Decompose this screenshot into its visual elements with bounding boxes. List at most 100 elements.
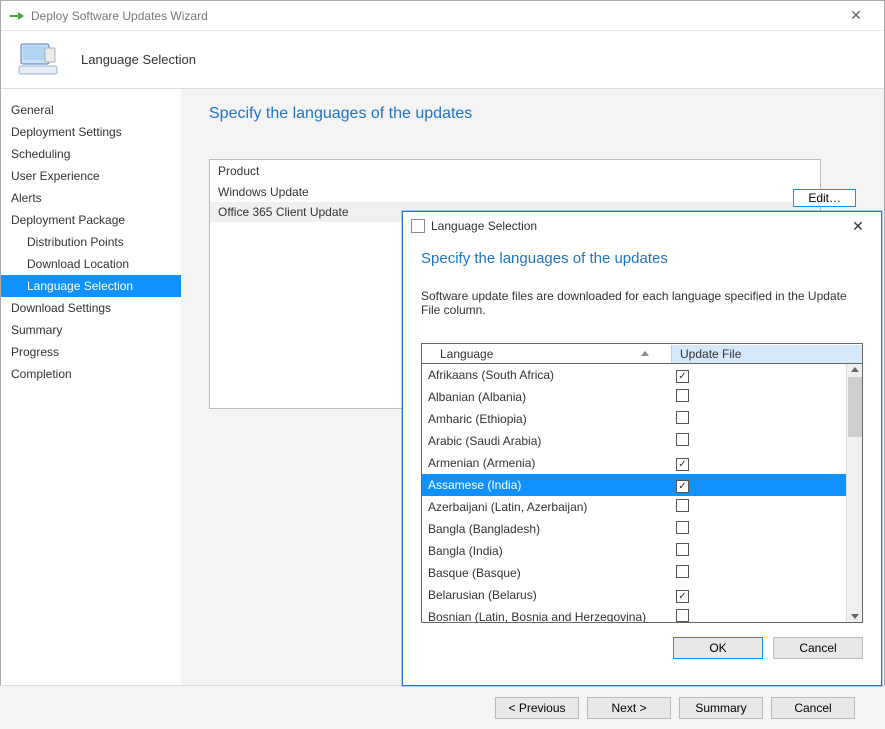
update-file-cell [672, 368, 862, 383]
sidebar-item-general[interactable]: General [1, 99, 181, 121]
dialog-description: Software update files are downloaded for… [421, 289, 863, 317]
language-row[interactable]: Assamese (India) [422, 474, 862, 496]
language-cell: Amharic (Ethiopia) [422, 412, 672, 426]
scroll-up-icon[interactable] [851, 367, 859, 372]
next-button[interactable]: Next > [587, 697, 671, 719]
update-file-cell [672, 609, 862, 622]
update-file-cell [672, 433, 862, 449]
sidebar-item-language-selection[interactable]: Language Selection [1, 275, 181, 297]
cancel-button[interactable]: Cancel [771, 697, 855, 719]
language-row[interactable]: Afrikaans (South Africa) [422, 364, 862, 386]
language-cell: Afrikaans (South Africa) [422, 368, 672, 382]
sidebar: GeneralDeployment SettingsSchedulingUser… [1, 89, 181, 728]
update-file-cell [672, 543, 862, 559]
update-file-checkbox[interactable] [676, 590, 689, 603]
sidebar-item-deployment-package[interactable]: Deployment Package [1, 209, 181, 231]
wizard-button-row: < Previous Next > Summary Cancel [0, 685, 885, 729]
update-file-cell [672, 389, 862, 405]
scroll-thumb[interactable] [848, 377, 862, 437]
dialog-heading: Specify the languages of the updates [421, 250, 863, 267]
column-header-language[interactable]: Language [422, 345, 672, 363]
sidebar-item-deployment-settings[interactable]: Deployment Settings [1, 121, 181, 143]
update-file-checkbox[interactable] [676, 521, 689, 534]
update-file-cell [672, 499, 862, 515]
dialog-title: Language Selection [431, 219, 843, 233]
sidebar-item-completion[interactable]: Completion [1, 363, 181, 385]
update-file-cell [672, 411, 862, 427]
column-header-language-label: Language [440, 347, 493, 361]
sidebar-item-user-experience[interactable]: User Experience [1, 165, 181, 187]
language-cell: Basque (Basque) [422, 566, 672, 580]
language-cell: Bangla (Bangladesh) [422, 522, 672, 536]
product-column-header: Product [210, 160, 820, 182]
update-file-checkbox[interactable] [676, 458, 689, 471]
language-cell: Arabic (Saudi Arabia) [422, 434, 672, 448]
column-header-update-file[interactable]: Update File [672, 345, 862, 363]
update-file-checkbox[interactable] [676, 433, 689, 446]
computer-icon [15, 36, 63, 84]
summary-button[interactable]: Summary [679, 697, 763, 719]
update-file-checkbox[interactable] [676, 411, 689, 424]
language-row[interactable]: Belarusian (Belarus) [422, 584, 862, 606]
product-row[interactable]: Windows Update [210, 182, 820, 202]
ok-button[interactable]: OK [673, 637, 763, 659]
language-row[interactable]: Bosnian (Latin, Bosnia and Herzegovina) [422, 606, 862, 622]
dialog-titlebar: Language Selection ✕ [403, 212, 881, 240]
language-selection-dialog: Language Selection ✕ Specify the languag… [402, 211, 882, 686]
update-file-checkbox[interactable] [676, 480, 689, 493]
language-cell: Belarusian (Belarus) [422, 588, 672, 602]
language-cell: Albanian (Albania) [422, 390, 672, 404]
previous-button[interactable]: < Previous [495, 697, 579, 719]
update-file-checkbox[interactable] [676, 499, 689, 512]
window-title: Deploy Software Updates Wizard [31, 9, 836, 23]
update-file-cell [672, 478, 862, 493]
update-file-cell [672, 456, 862, 471]
sidebar-item-scheduling[interactable]: Scheduling [1, 143, 181, 165]
sidebar-item-progress[interactable]: Progress [1, 341, 181, 363]
update-file-cell [672, 588, 862, 603]
language-row[interactable]: Bangla (Bangladesh) [422, 518, 862, 540]
update-file-checkbox[interactable] [676, 370, 689, 383]
update-file-checkbox[interactable] [676, 565, 689, 578]
page-title: Language Selection [81, 52, 196, 67]
sort-asc-icon [641, 351, 649, 356]
language-row[interactable]: Albanian (Albania) [422, 386, 862, 408]
update-file-checkbox[interactable] [676, 609, 689, 622]
dialog-close-icon[interactable]: ✕ [843, 218, 873, 235]
header-area: Language Selection [1, 31, 884, 89]
dialog-button-row: OK Cancel [421, 637, 863, 659]
language-cell: Bosnian (Latin, Bosnia and Herzegovina) [422, 610, 672, 622]
dialog-cancel-button[interactable]: Cancel [773, 637, 863, 659]
update-file-checkbox[interactable] [676, 389, 689, 402]
language-row[interactable]: Armenian (Armenia) [422, 452, 862, 474]
dialog-body: Specify the languages of the updates Sof… [403, 240, 881, 685]
language-row[interactable]: Basque (Basque) [422, 562, 862, 584]
language-row[interactable]: Amharic (Ethiopia) [422, 408, 862, 430]
scroll-down-icon[interactable] [851, 614, 859, 619]
sidebar-item-alerts[interactable]: Alerts [1, 187, 181, 209]
language-table: Language Update File Afrikaans (South Af… [421, 343, 863, 623]
language-cell: Bangla (India) [422, 544, 672, 558]
content-heading: Specify the languages of the updates [209, 105, 856, 123]
scrollbar[interactable] [846, 364, 862, 622]
dialog-icon [411, 219, 425, 233]
update-file-checkbox[interactable] [676, 543, 689, 556]
edit-button[interactable]: Edit… [793, 189, 856, 207]
language-cell: Assamese (India) [422, 478, 672, 492]
language-row[interactable]: Arabic (Saudi Arabia) [422, 430, 862, 452]
sidebar-item-download-location[interactable]: Download Location [1, 253, 181, 275]
wizard-arrow-icon [9, 8, 25, 24]
language-table-body: Afrikaans (South Africa) Albanian (Albani… [422, 364, 862, 622]
sidebar-item-summary[interactable]: Summary [1, 319, 181, 341]
language-cell: Azerbaijani (Latin, Azerbaijan) [422, 500, 672, 514]
language-table-header: Language Update File [422, 344, 862, 364]
titlebar: Deploy Software Updates Wizard ✕ [1, 1, 884, 31]
window-close-icon[interactable]: ✕ [836, 7, 876, 24]
language-row[interactable]: Bangla (India) [422, 540, 862, 562]
update-file-cell [672, 521, 862, 537]
sidebar-item-distribution-points[interactable]: Distribution Points [1, 231, 181, 253]
language-row[interactable]: Azerbaijani (Latin, Azerbaijan) [422, 496, 862, 518]
update-file-cell [672, 565, 862, 581]
column-header-update-file-label: Update File [680, 347, 741, 361]
sidebar-item-download-settings[interactable]: Download Settings [1, 297, 181, 319]
